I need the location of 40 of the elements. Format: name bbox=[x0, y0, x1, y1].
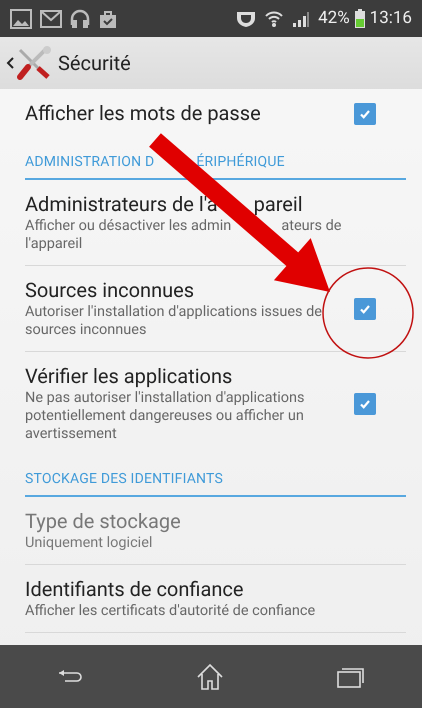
recent-apps-button[interactable] bbox=[337, 666, 366, 688]
setting-summary: ateurs de bbox=[281, 217, 342, 234]
screen-title: Sécurité bbox=[58, 50, 131, 77]
setting-title: Afficher les mots de passe bbox=[25, 101, 261, 125]
mail-icon bbox=[40, 10, 62, 28]
headphones-icon bbox=[70, 8, 90, 28]
battery-percentage: 42% bbox=[318, 6, 350, 30]
image-icon bbox=[10, 8, 32, 28]
home-button[interactable] bbox=[196, 662, 224, 690]
settings-row[interactable]: Vérifier les applications Ne pas autoriser l'installation d'applications potentiellement dangereuses ou afficher un avertissement bbox=[25, 352, 406, 455]
section-header: ADMINISTRATION D bbox=[25, 154, 154, 170]
setting-summary: Autoriser l'installation d'applications issues de sources inconnues bbox=[25, 303, 322, 338]
signal-icon bbox=[292, 10, 310, 28]
setting-summary: l'appareil bbox=[25, 235, 82, 252]
shield-icon bbox=[236, 10, 256, 28]
wifi-icon bbox=[264, 10, 284, 28]
home-icon bbox=[196, 662, 224, 690]
settings-row[interactable]: Afficher les mots de passe bbox=[25, 89, 406, 138]
back-chevron-icon bbox=[6, 57, 14, 69]
battery-icon bbox=[354, 8, 366, 28]
setting-title: Vérifier les applications bbox=[25, 364, 232, 388]
setting-summary: Afficher ou désactiver les admin bbox=[25, 217, 232, 234]
setting-title: pareil bbox=[254, 192, 303, 216]
checkbox[interactable] bbox=[354, 392, 376, 414]
setting-title: Identifiants de confiance bbox=[25, 577, 244, 601]
wrench-screwdriver-icon bbox=[16, 46, 52, 80]
setting-summary: Uniquement logiciel bbox=[25, 534, 152, 551]
back-button[interactable] bbox=[6, 46, 52, 80]
clock: 13:16 bbox=[370, 6, 412, 30]
recent-apps-icon bbox=[337, 666, 366, 688]
setting-summary: Afficher les certificats d'autorité de confiance bbox=[25, 602, 316, 619]
setting-title: Type de stockage bbox=[25, 509, 181, 533]
checkbox[interactable] bbox=[354, 102, 376, 124]
checkbox[interactable] bbox=[354, 298, 376, 320]
section-header: ÉRIPHÉRIQUE bbox=[196, 154, 285, 170]
shopping-bag-icon bbox=[98, 8, 118, 28]
settings-row[interactable]: Identifiants de confiance Afficher les certificats d'autorité de confiance bbox=[25, 565, 406, 633]
setting-title: Sources inconnues bbox=[25, 278, 194, 302]
section-header: STOCKAGE DES IDENTIFIANTS bbox=[25, 471, 224, 487]
setting-summary: Ne pas autoriser l'installation d'applications potentiellement dangereuses ou afficher un avertissement bbox=[25, 389, 304, 442]
